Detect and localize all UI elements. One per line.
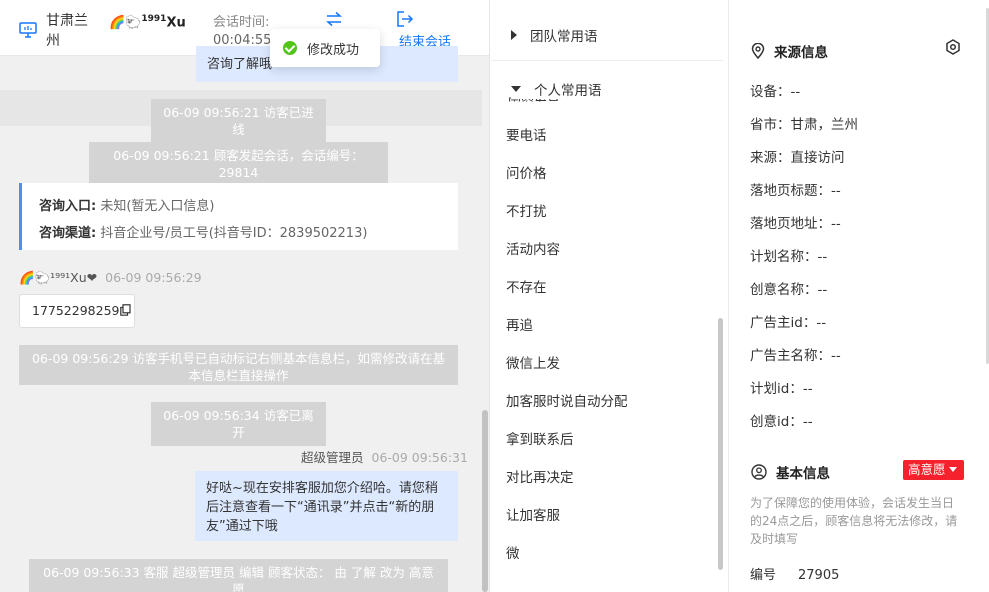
check-circle-icon (283, 41, 297, 55)
visitor-message-meta: 🌈🐑¹⁹⁹¹Xu❤ 06-09 09:56:29 (19, 270, 202, 286)
location-pin-icon (751, 43, 765, 59)
consult-info-card: 咨询入口: 未知(暂无入口信息) 咨询渠道: 抖音企业号/员工号(抖音号ID：2… (19, 183, 458, 250)
caret-down-icon (511, 86, 521, 92)
team-phrases-label: 团队常用语 (530, 29, 598, 45)
visitor-name: 🌈🐑¹⁹⁹¹Xu❤ (19, 270, 98, 285)
phrase-item[interactable]: 微信上发 (506, 352, 560, 372)
info-field-advertiser-id: 广告主id：-- (750, 315, 827, 331)
intent-level-dropdown[interactable]: 高意愿 (903, 460, 964, 480)
success-toast: 修改成功 (270, 29, 380, 67)
phrase-item[interactable]: 不存在 (506, 276, 547, 296)
phrase-item[interactable]: 拿到联系后 (506, 428, 574, 448)
source-info-title: 来源信息 (751, 41, 828, 61)
chat-scrollbar[interactable] (482, 410, 488, 592)
team-phrases-group[interactable]: 团队常用语 (511, 25, 598, 45)
settings-icon[interactable] (945, 39, 961, 55)
swap-arrows-icon (326, 11, 342, 27)
user-circle-icon (751, 464, 767, 480)
copy-icon[interactable] (120, 304, 132, 316)
caret-down-icon (948, 467, 957, 472)
customer-id-label: 编号 (750, 568, 777, 583)
phrase-item[interactable]: 加客服时说自动分配 (506, 390, 628, 410)
agent-name: 超级管理员 (301, 450, 364, 465)
phrase-item[interactable]: 让加客服 (506, 504, 560, 524)
logout-icon (397, 11, 414, 27)
system-message: 06-09 09:56:34 访客已离开 (151, 402, 326, 446)
transfer-button[interactable] (323, 11, 345, 31)
info-field-advertiser-name: 广告主名称：-- (750, 348, 841, 364)
info-field-creative-name: 创意名称：-- (750, 282, 828, 298)
toast-text: 修改成功 (307, 42, 360, 58)
info-field-province-city: 省市：甘肃，兰州 (750, 117, 858, 133)
personal-phrases-group[interactable]: 个人常用语 (511, 79, 606, 99)
info-field-plan-name: 计划名称：-- (750, 249, 828, 265)
info-field-landing-url: 落地页地址：-- (750, 216, 841, 232)
info-field-source: 来源：直接访问 (750, 150, 845, 166)
monitor-icon (19, 22, 37, 38)
end-session-button[interactable]: 结束会话 (390, 11, 460, 50)
agent-message-bubble: 好哒~现在安排客服加您介绍哈。请您稍后注意查看一下“通讯录”并点击“新的朋友”通… (195, 471, 458, 541)
phrase-item[interactable]: 问价格 (506, 162, 547, 182)
phrase-item[interactable]: 微 (506, 542, 520, 562)
phrases-scrollbar[interactable] (718, 318, 723, 570)
visitor-nickname: 🌈🐑1991Xu (109, 14, 186, 31)
visitor-location: 甘肃兰州 (46, 13, 88, 49)
consult-entry-row: 咨询入口: 未知(暂无入口信息) (39, 199, 215, 214)
system-message: 06-09 09:56:29 访客手机号已自动标记右侧基本信息栏，如需修改请在基… (19, 345, 458, 385)
info-field-landing-title: 落地页标题：-- (750, 183, 841, 199)
message-time: 06-09 09:56:31 (371, 450, 468, 465)
phrase-item[interactable]: 活动内容 (506, 238, 560, 258)
phrase-item[interactable]: 要电话 (506, 124, 547, 144)
quick-phrases-panel: 团队常用语 国窗发号 个人常用语 要电话 问价格 不打扰 活动内容 不存在 再追… (491, 0, 729, 592)
consult-channel-row: 咨询渠道: 抖音企业号/员工号(抖音号ID：2839502213) (39, 226, 368, 241)
system-message: 06-09 09:56:21 访客已进线 (151, 99, 326, 143)
personal-phrases-label: 个人常用语 (534, 83, 602, 99)
edit-notice: 为了保障您的使用体验，会话发生当日的24点之后，顾客信息将无法修改，请及时填写 (750, 496, 958, 546)
agent-message-meta: 超级管理员 06-09 09:56:31 (301, 447, 468, 466)
info-field-creative-id: 创意id：-- (750, 414, 813, 430)
info-field-device: 设备：-- (750, 84, 801, 100)
basic-info-title: 基本信息 (751, 462, 830, 482)
phone-number: 17752298259 (32, 303, 120, 318)
phrase-item[interactable]: 不打扰 (506, 200, 547, 220)
customer-id-value: 27905 (798, 568, 840, 583)
session-time-label: 会话时间: (213, 15, 270, 30)
visitor-message-bubble: 17752298259 (19, 294, 135, 328)
info-field-plan-id: 计划id：-- (750, 381, 813, 397)
customer-id-row: 编号 27905 (750, 564, 839, 583)
message-time: 06-09 09:56:29 (105, 270, 202, 285)
phrase-item[interactable]: 再追 (506, 314, 533, 334)
intent-level-value: 高意愿 (908, 462, 946, 477)
chat-panel: 甘肃兰州 🌈🐑1991Xu 会话时间: 00:04:55 结束会话 修改成功 咨… (0, 0, 490, 592)
divider (491, 60, 723, 61)
caret-right-icon (511, 30, 517, 40)
visitor-info-panel: 来源信息 设备：-- 省市：甘肃，兰州 来源：直接访问 落地页标题：-- 落地页… (730, 0, 989, 592)
system-message: 06-09 09:56:33 客服 超级管理员 编辑 顾客状态： 由 了解 改为… (29, 559, 448, 592)
system-message: 06-09 09:56:21 顾客发起会话，会话编号：29814 (89, 142, 388, 186)
phrase-item[interactable]: 对比再决定 (506, 466, 574, 486)
